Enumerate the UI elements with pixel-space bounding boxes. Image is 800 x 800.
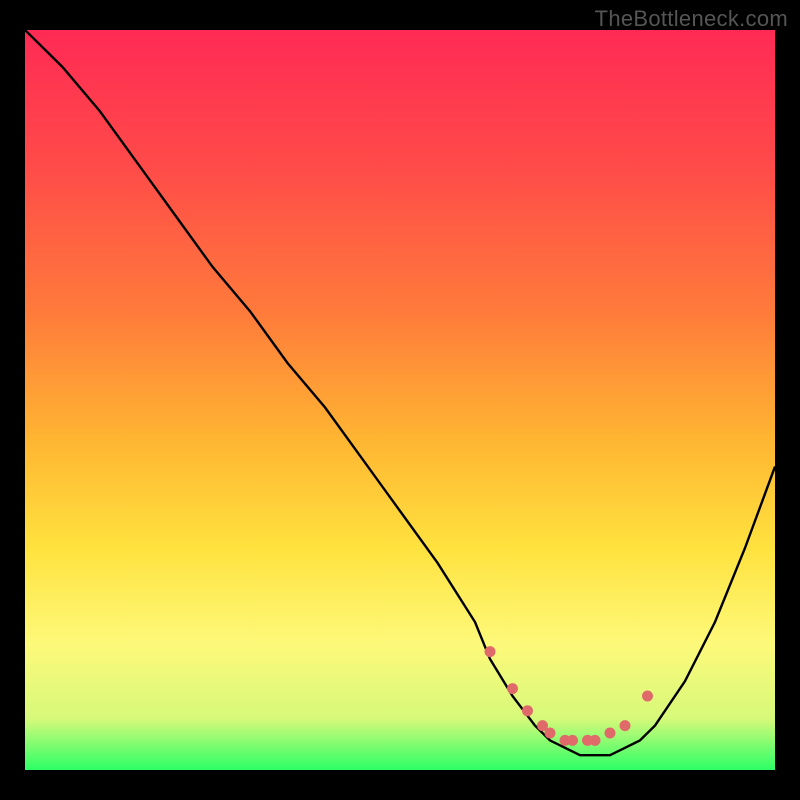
trough-marker — [545, 728, 556, 739]
plot-area — [25, 30, 775, 770]
trough-marker — [507, 683, 518, 694]
gradient-background — [25, 30, 775, 770]
trough-marker — [590, 735, 601, 746]
trough-marker — [567, 735, 578, 746]
chart-svg — [25, 30, 775, 770]
trough-marker — [642, 691, 653, 702]
trough-marker — [620, 720, 631, 731]
chart-container: TheBottleneck.com — [0, 0, 800, 800]
trough-marker — [485, 646, 496, 657]
trough-marker — [522, 705, 533, 716]
trough-marker — [605, 728, 616, 739]
watermark-text: TheBottleneck.com — [595, 6, 788, 32]
